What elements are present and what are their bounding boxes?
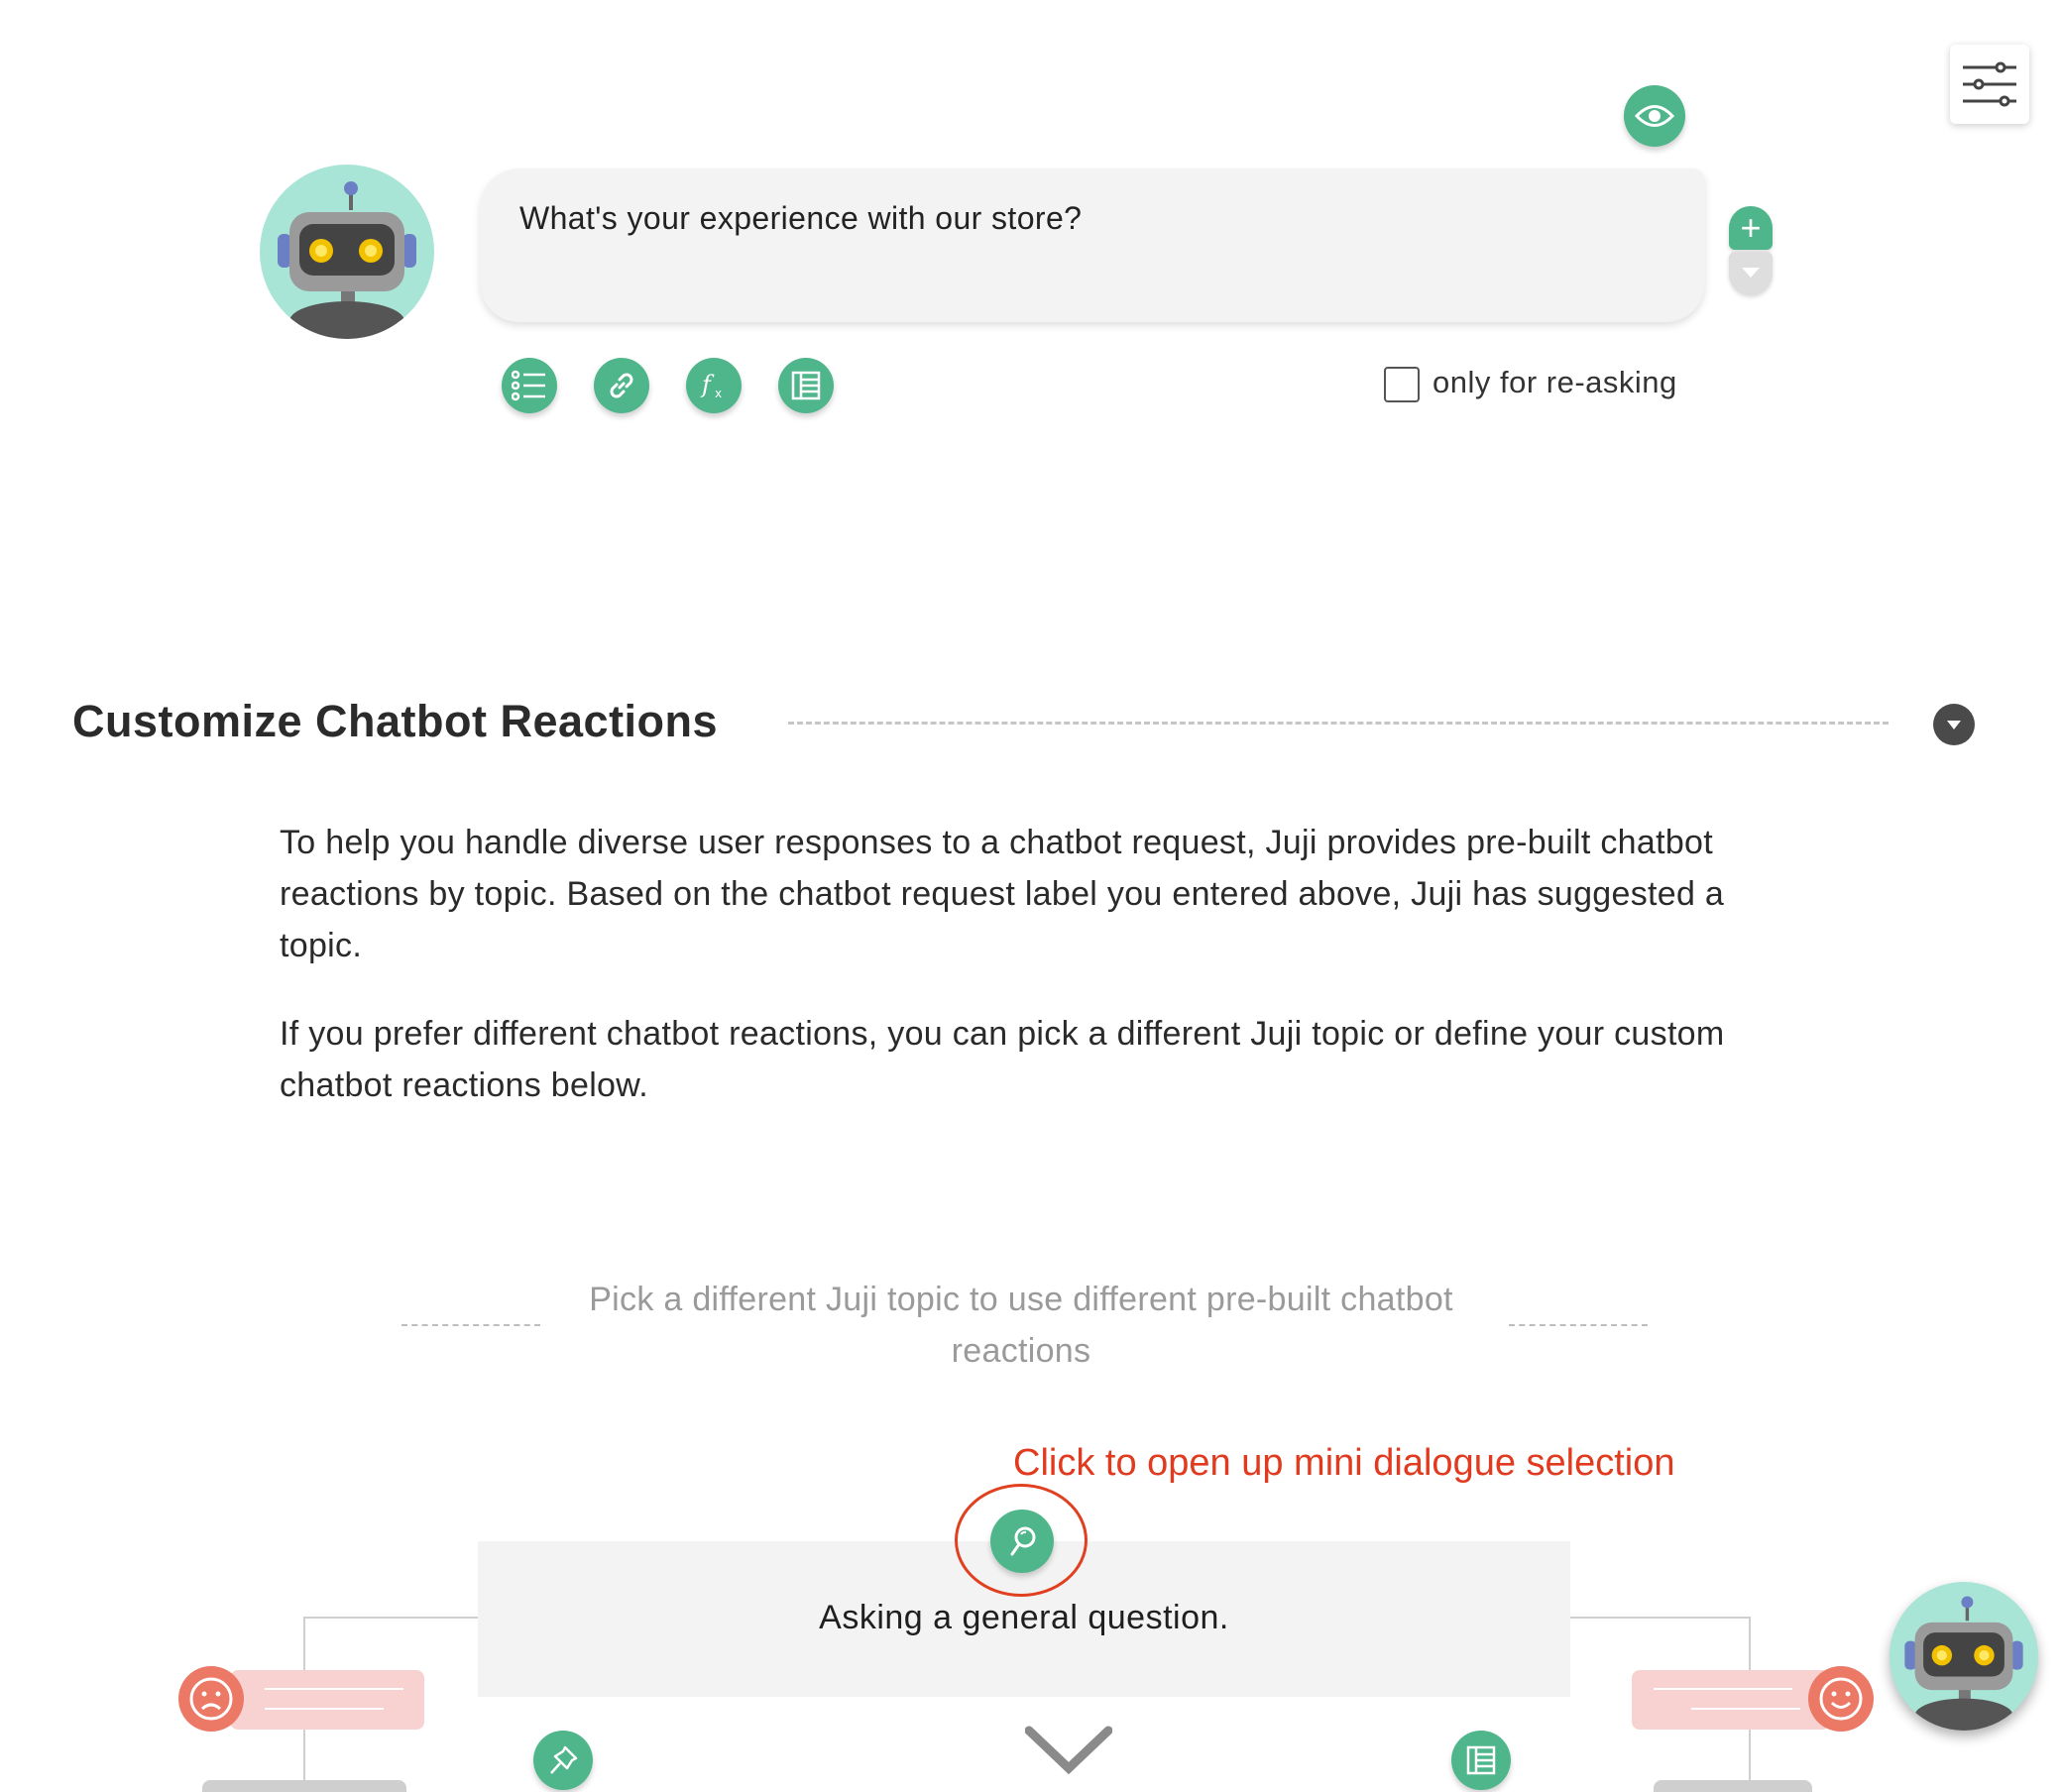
table-icon <box>791 371 821 400</box>
settings-button[interactable] <box>1950 45 2029 124</box>
link-button[interactable] <box>594 358 649 413</box>
sad-face-icon <box>189 1677 233 1721</box>
more-button[interactable] <box>1729 252 1773 295</box>
link-icon <box>610 373 633 398</box>
child-node-right <box>1654 1780 1812 1792</box>
preview-button[interactable] <box>1624 85 1685 147</box>
caret-down-icon <box>1947 721 1961 729</box>
child-node-left <box>202 1780 406 1792</box>
connector-right-h <box>1570 1617 1751 1619</box>
chatbot-launcher[interactable] <box>1890 1582 2038 1731</box>
question-bubble[interactable]: What's your experience with our store? <box>480 168 1705 322</box>
reask-label[interactable]: only for re-asking <box>1432 365 1677 400</box>
svg-text:x: x <box>715 387 722 400</box>
collapse-button[interactable] <box>1933 704 1975 745</box>
table-button[interactable] <box>778 358 834 413</box>
chatbot-avatar <box>260 165 434 339</box>
add-control: + <box>1729 206 1773 295</box>
annotation-text: Click to open up mini dialogue selection <box>1013 1442 1675 1484</box>
section-title: Customize Chatbot Reactions <box>72 696 719 746</box>
function-icon: f x <box>700 371 722 400</box>
pick-topic-label: Pick a different Juji topic to use diffe… <box>589 1281 1453 1370</box>
pin-button[interactable] <box>533 1731 593 1790</box>
topic-label: Asking a general question. <box>819 1599 1229 1636</box>
table-icon <box>1466 1745 1496 1775</box>
pin-icon <box>550 1745 578 1774</box>
add-button[interactable]: + <box>1729 206 1773 250</box>
caret-down-icon <box>1742 268 1760 278</box>
pick-divider-left <box>401 1324 540 1326</box>
pick-divider-right <box>1509 1324 1648 1326</box>
section-divider <box>788 722 1889 725</box>
connector-left-h <box>303 1617 478 1619</box>
reask-checkbox[interactable] <box>1384 367 1420 402</box>
robot-icon <box>1904 1596 2023 1731</box>
positive-reaction-bubble[interactable] <box>1632 1670 1830 1730</box>
custom-paragraph: If you prefer different chatbot reaction… <box>280 1015 1725 1104</box>
intro-paragraph: To help you handle diverse user response… <box>280 824 1725 964</box>
topic-table-button[interactable] <box>1451 1731 1511 1790</box>
svg-text:f: f <box>700 371 715 398</box>
list-icon <box>512 370 545 401</box>
list-button[interactable] <box>502 358 557 413</box>
robot-icon <box>278 181 416 339</box>
eye-icon <box>1635 105 1674 127</box>
plus-icon: + <box>1740 207 1762 248</box>
positive-reaction-button[interactable] <box>1808 1666 1874 1732</box>
annotation-circle <box>955 1484 1088 1597</box>
happy-face-icon <box>1819 1677 1863 1721</box>
negative-reaction-bubble[interactable] <box>230 1670 424 1730</box>
negative-reaction-button[interactable] <box>178 1666 244 1732</box>
chevron-down-icon <box>1024 1726 1113 1775</box>
function-button[interactable]: f x <box>686 358 742 413</box>
question-text[interactable]: What's your experience with our store? <box>519 200 1082 237</box>
sliders-icon <box>1963 61 2016 107</box>
expand-button[interactable] <box>1024 1723 1113 1778</box>
